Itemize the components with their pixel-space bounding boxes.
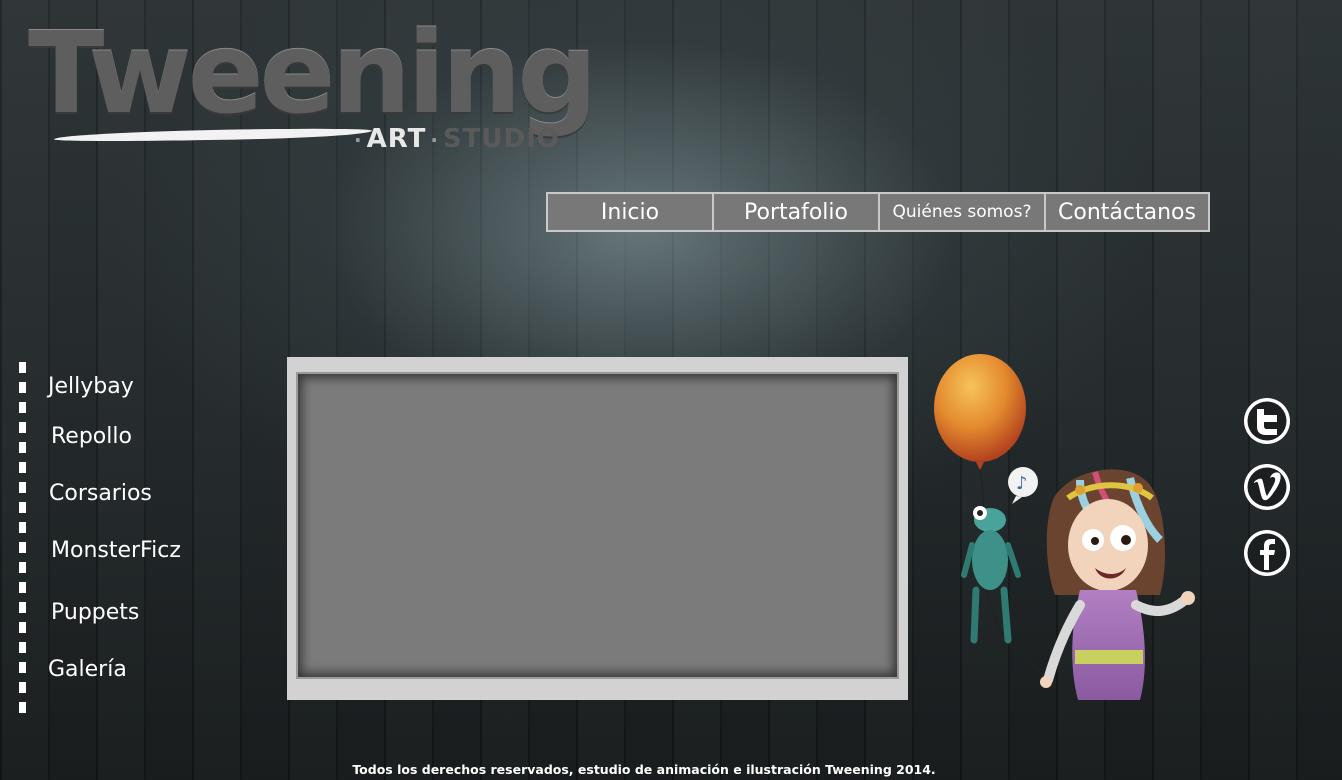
logo-wordmark: Tweening	[28, 9, 598, 139]
facebook-icon[interactable]	[1242, 528, 1292, 578]
logo-separator: ·	[430, 128, 439, 152]
svg-text:♪: ♪	[1016, 473, 1028, 494]
sidebar-item-galeria[interactable]: Galería	[48, 657, 127, 682]
tweening-logo[interactable]: Tweening · ART · STUDIO	[28, 18, 598, 158]
sidebar-item-jellybay[interactable]: Jellybay	[48, 374, 134, 399]
logo-art-text: ART	[366, 124, 427, 154]
vimeo-icon[interactable]	[1242, 462, 1292, 512]
sidebar-item-monsterficz[interactable]: MonsterFicz	[51, 538, 181, 563]
nav-portafolio[interactable]: Portafolio	[714, 194, 878, 230]
twitter-icon[interactable]	[1242, 396, 1292, 446]
nav-inicio[interactable]: Inicio	[548, 194, 712, 230]
sidebar-item-repollo[interactable]: Repollo	[51, 424, 132, 449]
video-player[interactable]	[296, 372, 899, 679]
girl-figure	[1040, 469, 1195, 700]
sidebar-dashed-line	[19, 362, 26, 722]
frog-figure	[961, 506, 1021, 644]
logo-separator: ·	[354, 128, 363, 152]
logo-subtitle: · ART · STUDIO	[350, 124, 560, 154]
sidebar-item-corsarios[interactable]: Corsarios	[49, 481, 152, 506]
logo-studio-text: STUDIO	[442, 124, 560, 154]
footer-copyright: Todos los derechos reservados, estudio d…	[352, 762, 936, 777]
character-illustration: ♪	[934, 354, 1195, 700]
top-nav: Inicio Portafolio Quiénes somos? Contáct…	[546, 192, 1210, 232]
nav-contactanos[interactable]: Contáctanos	[1046, 194, 1208, 230]
video-frame	[287, 357, 908, 700]
nav-quienes-somos[interactable]: Quiénes somos?	[880, 194, 1044, 230]
music-note-icon: ♪	[1008, 467, 1038, 504]
sidebar-item-puppets[interactable]: Puppets	[51, 600, 139, 625]
